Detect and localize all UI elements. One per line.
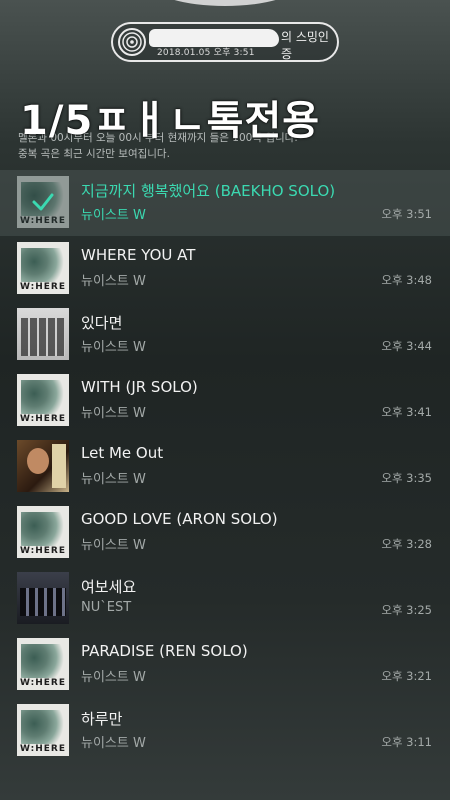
song-artist: 뉴이스트 W	[81, 736, 146, 751]
song-title: 지금까지 행복했어요 (BAEKHO SOLO)	[81, 182, 336, 200]
cover-text: W:HERE	[19, 744, 66, 754]
song-title: WHERE YOU AT	[81, 246, 196, 264]
play-time: 오후 3:11	[381, 735, 432, 749]
song-title: Let Me Out	[81, 444, 164, 462]
top-decoration	[150, 0, 300, 6]
cover-art	[20, 588, 66, 616]
cover-art	[52, 444, 66, 488]
badge-label: 의 스밍인증	[281, 30, 329, 61]
notice-line: 중복 곡은 최근 시간만 보여집니다.	[18, 148, 170, 160]
song-row[interactable]: 있다면뉴이스트 W 오후 3:44	[0, 302, 450, 368]
song-row[interactable]: W:HERE WITH (JR SOLO) 뉴이스트 W 오후 3:41	[0, 368, 450, 434]
album-cover: W:HERE	[17, 506, 69, 558]
cover-art	[27, 448, 49, 474]
song-title: GOOD LOVE (ARON SOLO)	[81, 510, 278, 528]
play-time: 오후 3:25	[381, 603, 432, 617]
cover-text: W:HERE	[19, 282, 66, 292]
album-cover	[17, 572, 69, 624]
play-time: 오후 3:48	[381, 273, 432, 287]
song-title: 여보세요	[81, 578, 137, 596]
song-title: WITH (JR SOLO)	[81, 378, 198, 396]
song-title: 하루만	[81, 710, 123, 728]
song-artist: 뉴이스트 W	[81, 472, 146, 487]
album-cover: W:HERE	[17, 374, 69, 426]
play-time: 오후 3:41	[381, 405, 432, 419]
badge-date: 2018.01.05 오후 3:51	[157, 48, 255, 58]
song-row[interactable]: W:HERE PARADISE (REN SOLO) 뉴이스트 W 오후 3:21	[0, 632, 450, 698]
song-artist: NU`EST	[81, 600, 132, 615]
play-time: 오후 3:21	[381, 669, 432, 683]
song-artist: 뉴이스트 W	[81, 538, 146, 553]
song-row[interactable]: Let Me Out 뉴이스트 W 오후 3:35	[0, 434, 450, 500]
vinyl-disc-icon	[117, 27, 147, 57]
song-row[interactable]: W:HERE WHERE YOU AT 뉴이스트 W 오후 3:48	[0, 236, 450, 302]
cover-text: W:HERE	[19, 414, 66, 424]
cover-text: W:HERE	[19, 546, 66, 556]
cover-text: W:HERE	[19, 678, 66, 688]
album-cover: W:HERE	[17, 638, 69, 690]
cover-art	[21, 710, 65, 744]
album-cover: W:HERE	[17, 242, 69, 294]
song-title: 있다면	[81, 314, 123, 332]
song-artist: 뉴이스트 W	[81, 670, 146, 685]
song-artist: 뉴이스트 W	[81, 208, 146, 223]
play-time: 오후 3:51	[381, 207, 432, 221]
song-artist: 뉴이스트 W	[81, 340, 146, 355]
streaming-badge: 의 스밍인증 2018.01.05 오후 3:51	[111, 22, 339, 62]
cover-art	[21, 318, 65, 356]
song-list: W:HERE 지금까지 행복했어요 (BAEKHO SOLO) 뉴이스트 W 오후 3…	[0, 170, 450, 764]
cover-art	[21, 644, 65, 678]
play-time: 오후 3:28	[381, 537, 432, 551]
song-row[interactable]: W:HERE 지금까지 행복했어요 (BAEKHO SOLO) 뉴이스트 W 오후 3…	[0, 170, 450, 236]
song-row[interactable]: W:HERE 하루만뉴이스트 W 오후 3:11	[0, 698, 450, 764]
cover-art	[21, 380, 65, 414]
song-row[interactable]: W:HERE GOOD LOVE (ARON SOLO) 뉴이스트 W 오후 3:28	[0, 500, 450, 566]
song-artist: 뉴이스트 W	[81, 406, 146, 421]
checkmark-icon	[17, 176, 69, 228]
play-time: 오후 3:44	[381, 339, 432, 353]
album-cover	[17, 440, 69, 492]
song-artist: 뉴이스트 W	[81, 274, 146, 289]
song-row[interactable]: 여보세요 NU`EST 오후 3:25	[0, 566, 450, 632]
album-cover: W:HERE	[17, 704, 69, 756]
cover-art	[21, 248, 65, 282]
album-cover	[17, 308, 69, 360]
song-title: PARADISE (REN SOLO)	[81, 642, 248, 660]
watermark-text: 1/5ㅍㅐㄴ톡전용	[20, 98, 321, 144]
play-time: 오후 3:35	[381, 471, 432, 485]
cover-art	[21, 512, 65, 546]
